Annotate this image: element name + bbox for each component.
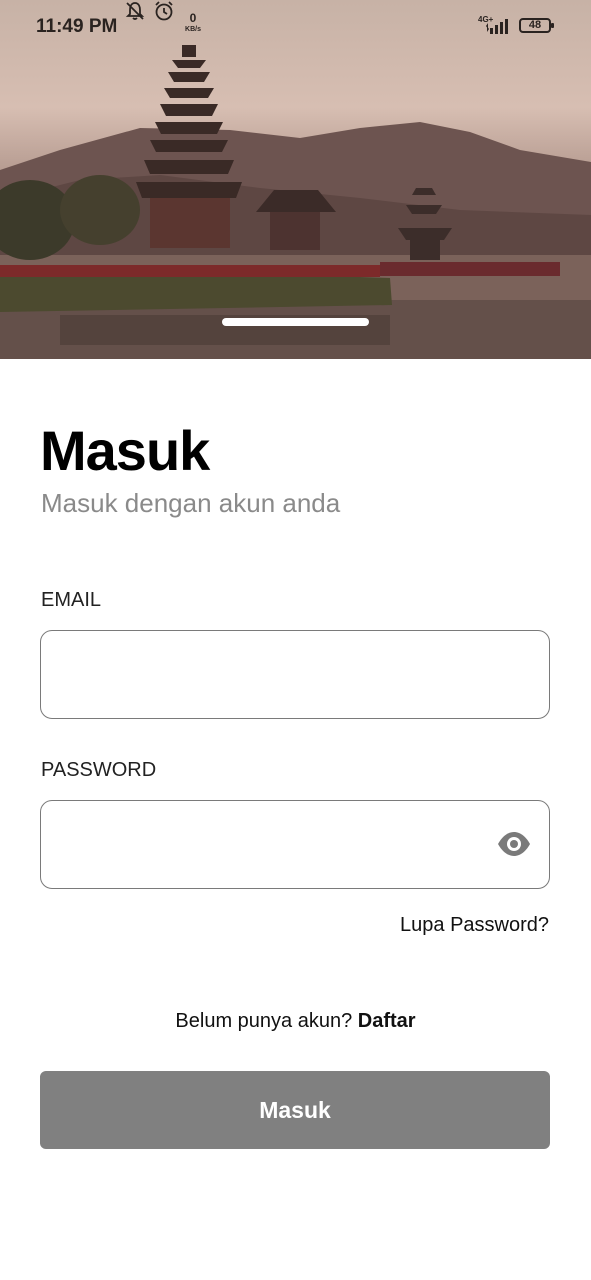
status-time: 11:49 PM bbox=[36, 16, 118, 37]
login-button[interactable]: Masuk bbox=[40, 1071, 550, 1149]
password-label: PASSWORD bbox=[41, 759, 157, 781]
email-input[interactable] bbox=[41, 631, 521, 718]
image-pager-indicator bbox=[222, 318, 369, 326]
status-bar: 11:49 PM 0 KB/s 4G+ 48 bbox=[0, 0, 591, 56]
password-input[interactable] bbox=[41, 801, 521, 888]
alarm-icon bbox=[155, 1, 173, 21]
signal-icon bbox=[486, 19, 508, 34]
show-password-icon[interactable] bbox=[497, 831, 531, 857]
signup-prompt: Belum punya akun? Daftar bbox=[0, 1010, 591, 1033]
page-subtitle: Masuk dengan akun anda bbox=[41, 488, 341, 518]
password-field[interactable] bbox=[40, 800, 550, 889]
email-field[interactable] bbox=[40, 630, 550, 719]
battery-icon: 48 bbox=[519, 18, 554, 33]
email-label: EMAIL bbox=[41, 589, 102, 611]
register-link[interactable]: Daftar bbox=[358, 1010, 416, 1032]
no-account-text: Belum punya akun? bbox=[175, 1010, 353, 1032]
network-speed: 0 KB/s bbox=[185, 11, 201, 33]
forgot-password-link[interactable]: Lupa Password? bbox=[400, 914, 549, 937]
page-title: Masuk bbox=[40, 419, 210, 482]
notification-off-icon bbox=[125, 2, 145, 20]
hero-image: 11:49 PM 0 KB/s 4G+ 48 bbox=[0, 0, 591, 359]
